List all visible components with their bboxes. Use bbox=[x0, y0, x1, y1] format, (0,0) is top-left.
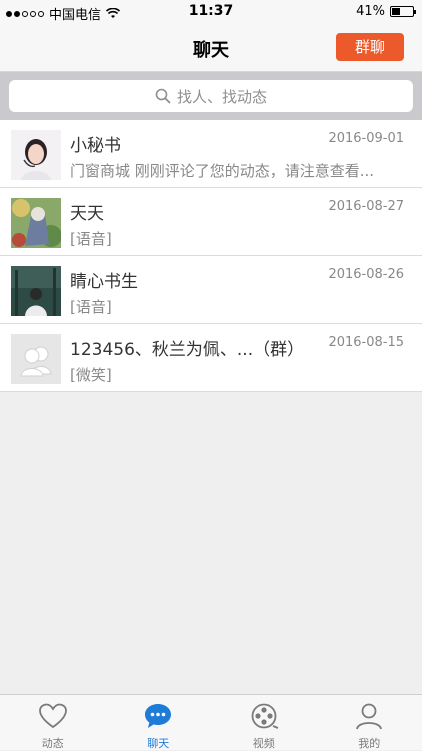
person-icon bbox=[354, 702, 384, 730]
tab-chat[interactable]: 聊天 bbox=[106, 695, 212, 750]
chat-date: 2016-08-27 bbox=[328, 199, 404, 214]
search-placeholder: 找人、找动态 bbox=[177, 86, 267, 107]
status-bar: 中国电信 11:37 41% bbox=[0, 0, 422, 24]
battery-percent: 41% bbox=[356, 4, 385, 19]
chat-bubble-icon bbox=[143, 702, 173, 730]
chat-name: 天天 bbox=[70, 199, 104, 224]
chat-item-scholar[interactable]: 睛心书生 2016-08-26 [语音] bbox=[0, 256, 422, 324]
tab-video[interactable]: 视频 bbox=[211, 695, 317, 750]
chat-list: 小秘书 2016-09-01 门窗商城 刚刚评论了您的动态，请注意查看... 天… bbox=[0, 120, 422, 392]
tab-me[interactable]: 我的 bbox=[317, 695, 422, 750]
status-right: 41% bbox=[356, 4, 414, 19]
chat-preview: [微笑] bbox=[70, 364, 406, 385]
group-chat-button[interactable]: 群聊 bbox=[336, 33, 404, 61]
tab-bar: 动态 聊天 视频 我的 bbox=[0, 694, 422, 750]
chat-date: 2016-09-01 bbox=[328, 131, 404, 146]
chat-date: 2016-08-15 bbox=[328, 335, 404, 350]
chat-preview: 门窗商城 刚刚评论了您的动态，请注意查看... bbox=[70, 160, 406, 181]
battery-icon bbox=[390, 6, 414, 17]
avatar-scholar bbox=[11, 266, 61, 316]
heart-icon bbox=[38, 702, 68, 730]
battery-fill bbox=[392, 8, 400, 15]
chat-item-secretary[interactable]: 小秘书 2016-09-01 门窗商城 刚刚评论了您的动态，请注意查看... bbox=[0, 120, 422, 188]
tab-label: 我的 bbox=[317, 735, 422, 751]
chat-item-group[interactable]: 123456、秋兰为佩、...（群） 2016-08-15 [微笑] bbox=[0, 324, 422, 392]
search-area: 找人、找动态 bbox=[0, 72, 422, 120]
chat-preview: [语音] bbox=[70, 296, 406, 317]
chat-name: 睛心书生 bbox=[70, 267, 138, 292]
tab-label: 动态 bbox=[0, 735, 106, 751]
avatar-secretary bbox=[11, 130, 61, 180]
tab-moments[interactable]: 动态 bbox=[0, 695, 106, 750]
chat-name: 小秘书 bbox=[70, 131, 121, 156]
group-avatar-icon bbox=[11, 334, 61, 384]
tab-label: 视频 bbox=[211, 735, 317, 751]
search-icon bbox=[155, 88, 171, 104]
chat-name: 123456、秋兰为佩、...（群） bbox=[70, 335, 304, 360]
nav-bar: 聊天 群聊 bbox=[0, 24, 422, 72]
avatar-tiantian bbox=[11, 198, 61, 248]
film-reel-icon bbox=[249, 702, 279, 730]
search-input[interactable]: 找人、找动态 bbox=[9, 80, 413, 112]
chat-date: 2016-08-26 bbox=[328, 267, 404, 282]
chat-item-tiantian[interactable]: 天天 2016-08-27 [语音] bbox=[0, 188, 422, 256]
tab-label: 聊天 bbox=[106, 735, 212, 751]
chat-preview: [语音] bbox=[70, 228, 406, 249]
